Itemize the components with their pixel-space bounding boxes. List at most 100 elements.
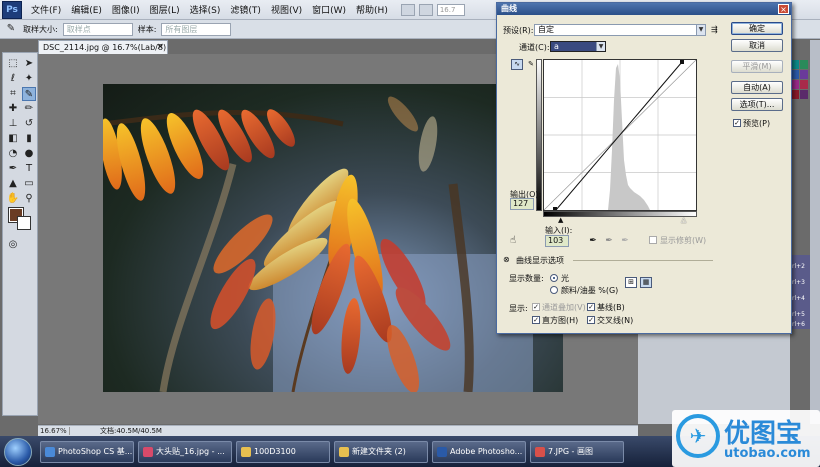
taskbar-item[interactable]: 100D3100 bbox=[236, 440, 330, 463]
pigment-radio[interactable] bbox=[550, 286, 558, 294]
channel-shortcut[interactable]: rl+2 bbox=[792, 263, 805, 270]
dialog-title[interactable]: 曲线 bbox=[497, 3, 791, 15]
menu-filter[interactable]: 滤镜(T) bbox=[225, 3, 266, 16]
dodge-tool-icon[interactable]: ● bbox=[22, 147, 36, 161]
detailed-grid-icon[interactable]: ▦ bbox=[640, 277, 652, 288]
taskbar-item[interactable]: 新建文件夹 (2) bbox=[334, 440, 428, 463]
curves-graph-svg[interactable] bbox=[544, 60, 696, 210]
history-brush-icon[interactable]: ↺ bbox=[22, 117, 36, 131]
taskbar-item[interactable]: PhotoShop CS 基... bbox=[40, 440, 134, 463]
white-slider-icon[interactable]: △ bbox=[681, 216, 686, 224]
eyedropper-tool-icon[interactable]: ✎ bbox=[22, 87, 36, 101]
black-eyedropper-icon[interactable]: ✒ bbox=[587, 235, 599, 247]
intersection-checkbox[interactable]: ✓ bbox=[587, 316, 595, 324]
menu-edit[interactable]: 编辑(E) bbox=[66, 3, 107, 16]
leaves-photo bbox=[103, 96, 533, 392]
minibridge-button[interactable] bbox=[418, 3, 433, 16]
swatch[interactable] bbox=[800, 90, 808, 99]
menu-window[interactable]: 窗口(W) bbox=[307, 3, 351, 16]
shape-tool-icon[interactable]: ▭ bbox=[22, 177, 36, 191]
close-icon[interactable]: × bbox=[778, 4, 789, 14]
show-clipping-checkbox[interactable] bbox=[649, 236, 657, 244]
menu-help[interactable]: 帮助(H) bbox=[351, 3, 393, 16]
menu-view[interactable]: 视图(V) bbox=[266, 3, 307, 16]
channel-overlay-checkbox[interactable]: ✓ bbox=[532, 303, 540, 311]
eyedropper-icon[interactable]: ✎ bbox=[4, 22, 18, 36]
healing-brush-icon[interactable]: ✚ bbox=[6, 102, 20, 116]
taskbar-item[interactable]: Adobe Photosho... bbox=[432, 440, 526, 463]
channel-select[interactable]: a ▼ bbox=[550, 41, 606, 52]
collapse-icon[interactable]: ⊗ bbox=[503, 255, 510, 264]
document-tab[interactable]: DSC_2114.jpg @ 16.7%(Lab/8) * × bbox=[38, 40, 168, 54]
swatch[interactable] bbox=[791, 90, 799, 99]
bridge-button[interactable] bbox=[400, 3, 415, 16]
eraser-tool-icon[interactable]: ◧ bbox=[6, 132, 20, 146]
cancel-button[interactable]: 取消 bbox=[731, 39, 783, 52]
type-tool-icon[interactable]: T bbox=[22, 162, 36, 176]
zoom-combo[interactable]: 16.7 bbox=[436, 3, 465, 16]
document-image[interactable] bbox=[103, 84, 563, 392]
magic-wand-icon[interactable]: ✦ bbox=[22, 72, 36, 86]
gradient-tool-icon[interactable]: ▮ bbox=[22, 132, 36, 146]
lasso-tool-icon[interactable]: ℓ bbox=[6, 72, 20, 86]
menu-image[interactable]: 图像(I) bbox=[107, 3, 145, 16]
channel-shortcut[interactable]: rl+6 bbox=[792, 321, 805, 328]
black-slider-icon[interactable]: ▲ bbox=[558, 216, 563, 224]
channel-shortcut[interactable]: rl+5 bbox=[792, 311, 805, 318]
channel-shortcut[interactable]: rl+3 bbox=[792, 279, 805, 286]
menu-select[interactable]: 选择(S) bbox=[185, 3, 226, 16]
gray-eyedropper-icon[interactable]: ✒ bbox=[603, 235, 615, 247]
menu-layer[interactable]: 图层(L) bbox=[145, 3, 185, 16]
baseline-checkbox[interactable]: ✓ bbox=[587, 303, 595, 311]
output-field[interactable]: 127 bbox=[510, 198, 534, 210]
curve-point[interactable] bbox=[680, 60, 684, 64]
clone-stamp-icon[interactable]: ⊥ bbox=[6, 117, 20, 131]
simple-grid-icon[interactable]: ⊞ bbox=[625, 277, 637, 288]
curve-edit-icon[interactable]: ∿ bbox=[511, 59, 523, 70]
marquee-tool-icon[interactable]: ⬚ bbox=[6, 57, 20, 71]
sample-size-select[interactable]: 取样点 bbox=[62, 22, 133, 36]
swatch[interactable] bbox=[791, 60, 799, 69]
histogram-checkbox[interactable]: ✓ bbox=[532, 316, 540, 324]
preset-select[interactable]: 自定 ▼ bbox=[534, 24, 706, 36]
input-field[interactable]: 103 bbox=[545, 235, 569, 247]
quick-mask-icon[interactable]: ◎ bbox=[6, 238, 20, 252]
hand-tool-icon[interactable]: ✋ bbox=[6, 192, 20, 206]
curve-point[interactable] bbox=[553, 207, 557, 210]
preset-options-icon[interactable]: ⇶ bbox=[711, 25, 718, 34]
start-button[interactable] bbox=[4, 437, 32, 466]
paint-icon bbox=[535, 446, 545, 457]
move-tool-icon[interactable]: ➤ bbox=[22, 57, 36, 71]
document-tab-title: DSC_2114.jpg @ 16.7%(Lab/8) * bbox=[43, 43, 168, 52]
background-color-swatch[interactable] bbox=[17, 216, 31, 230]
swatch[interactable] bbox=[800, 60, 808, 69]
taskbar-item[interactable]: 7.JPG - 画图 bbox=[530, 440, 624, 463]
status-zoom[interactable]: 16.67% bbox=[38, 427, 70, 435]
ok-button[interactable]: 确定 bbox=[731, 22, 783, 35]
brush-tool-icon[interactable]: ✏ bbox=[22, 102, 36, 116]
blur-tool-icon[interactable]: ◔ bbox=[6, 147, 20, 161]
close-icon[interactable]: × bbox=[156, 41, 164, 54]
auto-button[interactable]: 自动(A) bbox=[731, 81, 783, 94]
preview-checkbox[interactable]: ✓ bbox=[733, 119, 741, 127]
taskbar-item[interactable]: 大头贴_16.jpg - ... bbox=[138, 440, 232, 463]
zoom-tool-icon[interactable]: ⚲ bbox=[22, 192, 36, 206]
smooth-button[interactable]: 平滑(M) bbox=[731, 60, 783, 73]
crop-tool-icon[interactable]: ⌗ bbox=[6, 87, 20, 101]
swatch[interactable] bbox=[791, 80, 799, 89]
target-adjust-icon[interactable]: ☝ bbox=[510, 235, 516, 246]
light-radio[interactable] bbox=[550, 274, 558, 282]
swatch[interactable] bbox=[791, 70, 799, 79]
menu-file[interactable]: 文件(F) bbox=[26, 3, 66, 16]
path-select-icon[interactable]: ▲ bbox=[6, 177, 20, 191]
pen-tool-icon[interactable]: ✒ bbox=[6, 162, 20, 176]
swatch[interactable] bbox=[800, 80, 808, 89]
preset-label: 预设(R): bbox=[503, 26, 534, 35]
options-button[interactable]: 选项(T)... bbox=[731, 98, 783, 111]
white-eyedropper-icon[interactable]: ✒ bbox=[619, 235, 631, 247]
curves-graph[interactable] bbox=[543, 59, 697, 211]
sample-size-label: 取样大小: bbox=[23, 24, 58, 34]
swatch[interactable] bbox=[800, 70, 808, 79]
channel-shortcut[interactable]: rl+4 bbox=[792, 295, 805, 302]
sample-select[interactable]: 所有图层 bbox=[161, 22, 232, 36]
